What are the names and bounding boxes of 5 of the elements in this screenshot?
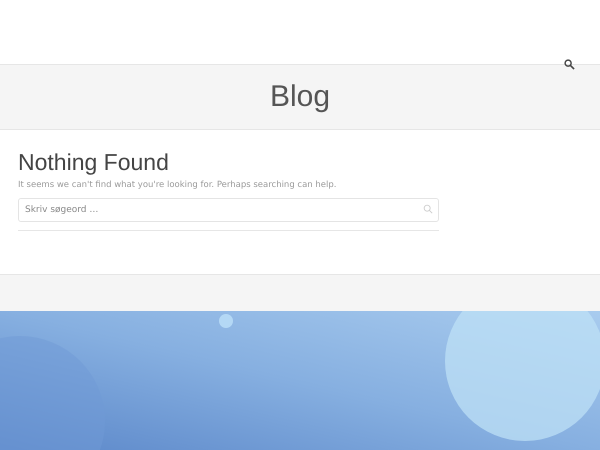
search-field[interactable]: Skriv søgeord … [18, 198, 439, 222]
message-text: It seems we can't find what you're looking for. Perhaps searching can help. [18, 180, 338, 190]
nothing-found-heading: Nothing Found [18, 149, 170, 175]
search-icon[interactable] [564, 59, 575, 70]
page-title: Blog [270, 80, 330, 114]
